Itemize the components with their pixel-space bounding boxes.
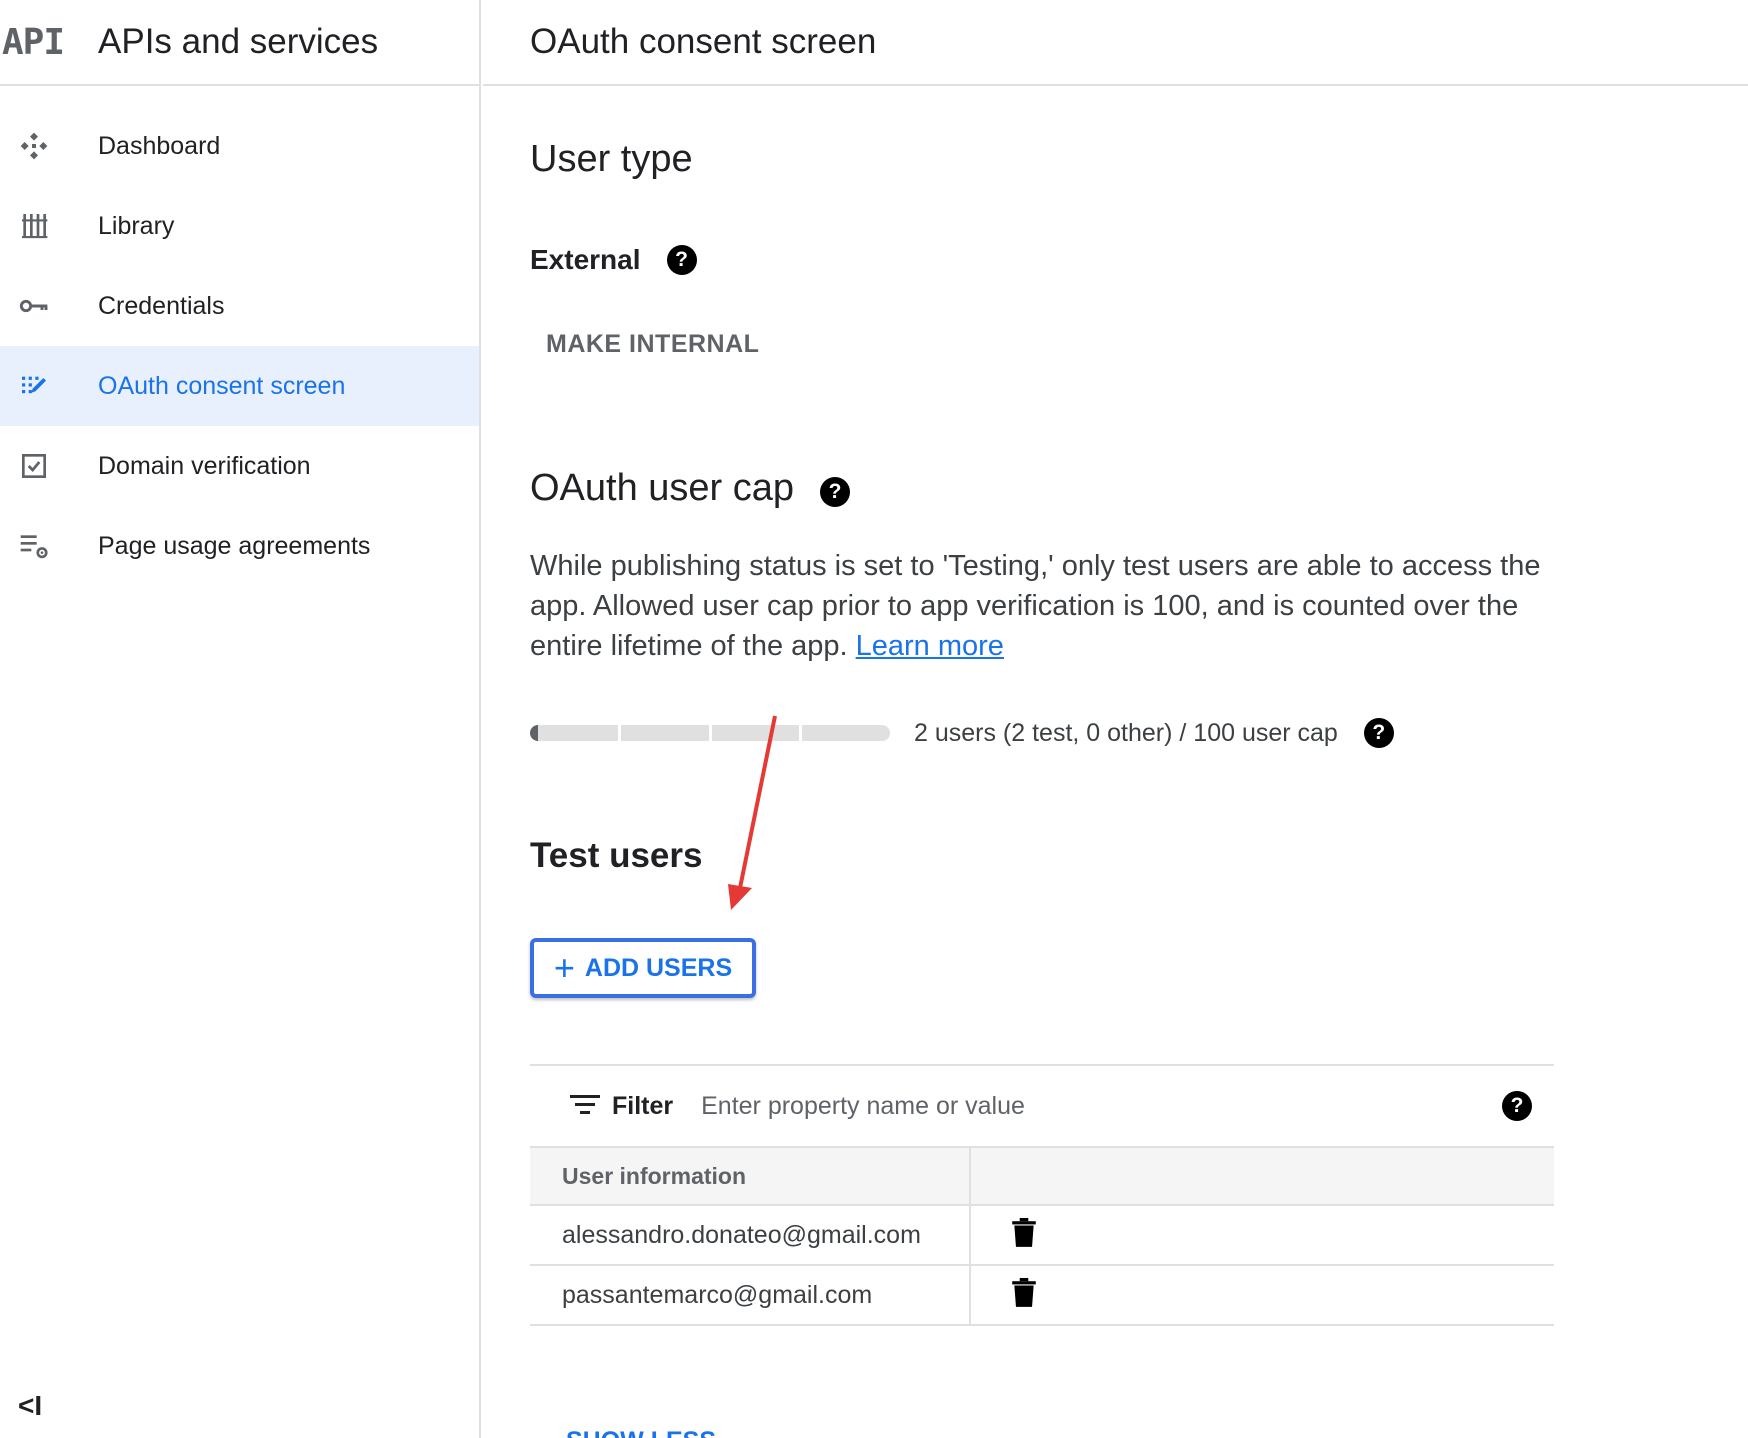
dashboard-icon (0, 130, 68, 162)
user-type-row: External ? (530, 244, 697, 276)
trash-icon[interactable] (1011, 1277, 1037, 1313)
column-header-user-information: User information (530, 1148, 971, 1204)
key-icon (0, 290, 68, 322)
plus-icon: + (553, 947, 575, 988)
help-icon[interactable]: ? (820, 476, 851, 507)
oauth-consent-icon (0, 370, 68, 402)
filter-label: Filter (612, 1091, 674, 1120)
learn-more-link[interactable]: Learn more (856, 630, 1004, 662)
user-cap-progress-bar (530, 725, 890, 741)
sidebar-item-domain-verification[interactable]: Domain verification (0, 426, 479, 506)
sidebar: API APIs and services Dashboard Library … (0, 0, 481, 1438)
sidebar-item-label: OAuth consent screen (98, 371, 346, 400)
help-icon[interactable]: ? (1502, 1091, 1532, 1121)
collapse-sidebar-button[interactable]: <I (18, 1390, 42, 1422)
api-logo: API (2, 21, 65, 63)
user-type-title: User type (530, 138, 693, 180)
sidebar-item-label: Domain verification (98, 451, 311, 480)
make-internal-button[interactable]: MAKE INTERNAL (546, 330, 759, 359)
user-cap-progress-row: 2 users (2 test, 0 other) / 100 user cap… (530, 718, 1394, 748)
add-users-button[interactable]: + ADD USERS (530, 938, 756, 998)
filter-row: Filter ? (530, 1066, 1554, 1148)
user-cap-title-row: OAuth user cap ? (530, 467, 851, 510)
sidebar-item-label: Credentials (98, 291, 225, 320)
sidebar-item-oauth-consent-screen[interactable]: OAuth consent screen (0, 346, 479, 426)
row-actions (971, 1266, 1037, 1324)
filter-icon (570, 1092, 600, 1121)
table-header: User information (530, 1148, 1554, 1206)
progress-segment (802, 725, 890, 741)
row-actions (971, 1206, 1037, 1264)
help-icon[interactable]: ? (1363, 718, 1394, 748)
sidebar-header: API APIs and services (0, 0, 479, 86)
table-row: passantemarco@gmail.com (530, 1266, 1554, 1326)
test-users-table: Filter ? User information alessandro.don… (530, 1064, 1554, 1326)
user-cap-description: While publishing status is set to 'Testi… (530, 546, 1560, 666)
filter-input[interactable] (701, 1091, 1322, 1121)
sidebar-item-page-usage-agreements[interactable]: Page usage agreements (0, 506, 479, 586)
checkbox-icon (0, 450, 68, 482)
user-type-value: External (530, 244, 641, 275)
progress-fill (530, 725, 538, 741)
progress-segment (620, 725, 709, 741)
user-email: passantemarco@gmail.com (530, 1266, 971, 1324)
settings-list-icon (0, 530, 68, 562)
user-email: alessandro.donateo@gmail.com (530, 1206, 971, 1264)
add-users-label: ADD USERS (584, 953, 733, 982)
sidebar-title: APIs and services (98, 22, 379, 61)
library-icon (0, 210, 68, 242)
sidebar-item-label: Dashboard (98, 131, 221, 160)
sidebar-nav: Dashboard Library Credentials OAuth cons… (0, 106, 479, 586)
help-icon[interactable]: ? (666, 245, 697, 275)
main-header: OAuth consent screen (483, 0, 1748, 86)
trash-icon[interactable] (1011, 1217, 1037, 1253)
progress-segment (711, 725, 800, 741)
sidebar-item-dashboard[interactable]: Dashboard (0, 106, 479, 186)
page-title: OAuth consent screen (530, 22, 877, 61)
sidebar-item-label: Page usage agreements (98, 531, 371, 560)
user-cap-progress-text: 2 users (2 test, 0 other) / 100 user cap (914, 718, 1338, 747)
progress-segment (530, 725, 618, 741)
test-users-title: Test users (530, 836, 703, 875)
table-row: alessandro.donateo@gmail.com (530, 1206, 1554, 1266)
user-cap-description-text: While publishing status is set to 'Testi… (530, 550, 1541, 662)
sidebar-item-library[interactable]: Library (0, 186, 479, 266)
show-less-button[interactable]: SHOW LESS (566, 1424, 716, 1438)
sidebar-item-label: Library (98, 211, 175, 240)
user-cap-title: OAuth user cap (530, 467, 795, 509)
sidebar-item-credentials[interactable]: Credentials (0, 266, 479, 346)
